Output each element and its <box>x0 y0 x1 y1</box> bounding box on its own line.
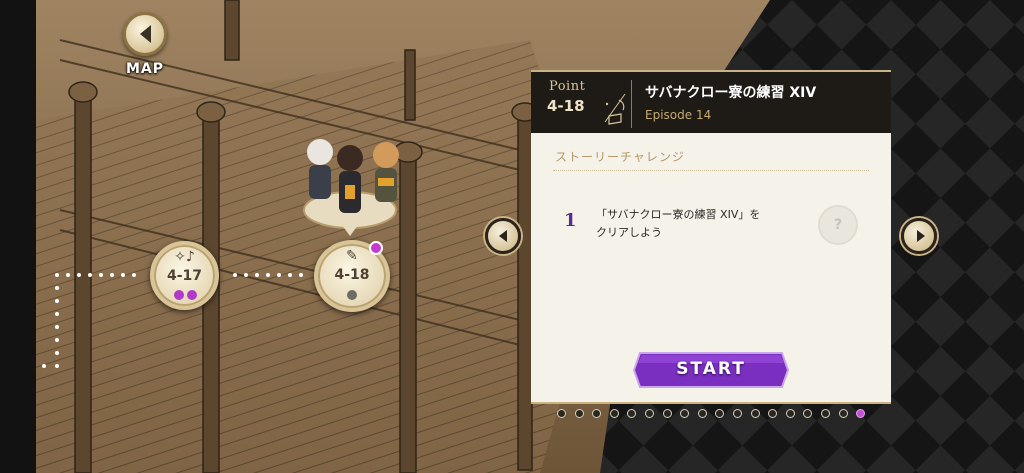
point-label: Point <box>549 79 586 94</box>
header-divider <box>631 80 632 128</box>
panel-body: ストーリーチャレンジ 1 「サバナクロー寮の練習 XIV」を クリアしよう ? … <box>531 133 891 404</box>
progress-dot <box>187 290 197 300</box>
chevron-right-icon <box>917 230 925 242</box>
chevron-left-icon <box>499 230 507 242</box>
stage-node-4-17[interactable]: ✧♪ 4-17 <box>150 241 219 310</box>
challenge-number: 1 <box>564 210 577 231</box>
map-back-button[interactable] <box>123 12 167 56</box>
point-number: 4-18 <box>547 97 585 115</box>
challenge-text: 「サバナクロー寮の練習 XIV」を クリアしよう <box>596 206 786 242</box>
page-dot <box>697 409 707 418</box>
music-notes-icon: ✧♪ <box>174 249 195 265</box>
stage-node-label: 4-17 <box>166 268 203 284</box>
stage-title: サバナクロー寮の練習 XIV <box>645 85 817 101</box>
story-challenge-heading: ストーリーチャレンジ <box>555 150 685 164</box>
page-dot <box>821 409 830 418</box>
challenge-text-line: クリアしよう <box>596 226 662 239</box>
page-dot <box>557 409 566 418</box>
page-dot <box>750 409 760 418</box>
progress-dot <box>347 290 357 300</box>
start-button[interactable]: START <box>632 351 790 389</box>
episode-label: Episode 14 <box>645 108 712 122</box>
page-dot <box>785 409 795 418</box>
new-badge <box>369 241 383 255</box>
quill-book-icon <box>604 93 626 125</box>
page-dot <box>662 409 672 418</box>
progress-dot <box>174 290 184 300</box>
stage-info-panel: Point 4-18 サバナクロー寮の練習 XIV Episode 14 ストー… <box>531 70 891 404</box>
page-dot <box>733 409 742 418</box>
reward-placeholder-icon: ? <box>818 205 858 245</box>
page-dot <box>574 409 584 418</box>
divider <box>553 170 869 171</box>
start-label: START <box>676 359 746 379</box>
panel-header: Point 4-18 サバナクロー寮の練習 XIV Episode 14 <box>531 70 891 133</box>
next-stage-button[interactable] <box>901 218 937 254</box>
page-dot <box>645 409 654 418</box>
stage-node-label: 4-18 <box>334 267 370 283</box>
prev-stage-button[interactable] <box>485 218 521 254</box>
page-dot <box>609 409 619 418</box>
challenge-text-line: 「サバナクロー寮の練習 XIV」を <box>596 208 761 221</box>
page-dot <box>838 409 848 418</box>
map-label: MAP <box>125 61 165 77</box>
chevron-left-icon <box>140 25 151 43</box>
